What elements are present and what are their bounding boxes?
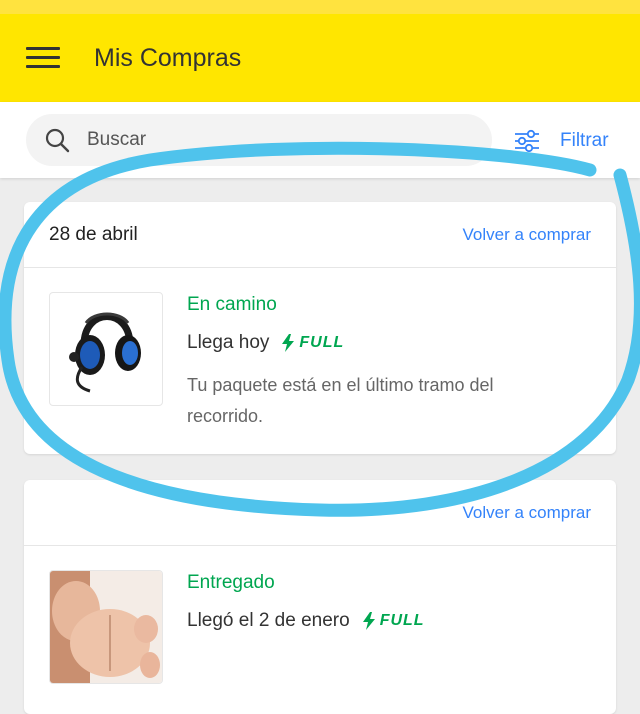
search-icon xyxy=(45,128,70,153)
order-date: 28 de abril xyxy=(49,223,138,245)
full-badge: FULL xyxy=(281,334,344,352)
order-card-body: Entregado Llegó el 2 de enero FULL xyxy=(24,546,616,684)
headset-image[interactable] xyxy=(49,292,163,406)
buy-again-link[interactable]: Volver a comprar xyxy=(463,503,592,523)
search-placeholder: Buscar xyxy=(87,129,147,150)
lightning-bolt-icon xyxy=(362,612,375,630)
order-status: Entregado xyxy=(187,572,275,593)
delivery-eta: Llegó el 2 de enero xyxy=(187,610,350,631)
order-card-body: En camino Llega hoy FULL Tu paquete está… xyxy=(24,268,616,432)
order-card[interactable]: Volver a comprar Entregado Llegó el 2 de… xyxy=(24,480,616,714)
app: Mis Compras Buscar Filtrar 28 de abril V… xyxy=(0,0,640,714)
order-card-header: 28 de abril Volver a comprar xyxy=(24,202,616,268)
delivery-eta-row: Llega hoy FULL xyxy=(187,332,567,354)
status-bar xyxy=(0,0,640,14)
shipment-description: Tu paquete está en el último tramo del r… xyxy=(187,375,494,426)
product-image[interactable] xyxy=(49,570,163,684)
sliders-icon xyxy=(515,129,539,153)
order-info: En camino Llega hoy FULL Tu paquete está… xyxy=(187,292,567,432)
full-badge-label: FULL xyxy=(299,334,345,351)
order-status: En camino xyxy=(187,294,277,315)
delivery-eta: Llega hoy xyxy=(187,332,270,353)
page-title: Mis Compras xyxy=(94,43,242,72)
hamburger-menu-icon[interactable] xyxy=(26,47,60,69)
order-card-header: Volver a comprar xyxy=(24,480,616,546)
delivery-eta-row: Llegó el 2 de enero FULL xyxy=(187,610,425,632)
buy-again-link[interactable]: Volver a comprar xyxy=(463,225,592,245)
search-input[interactable]: Buscar xyxy=(26,114,492,166)
top-bar: Mis Compras xyxy=(0,14,640,102)
full-badge: FULL xyxy=(362,612,425,630)
filter-label: Filtrar xyxy=(560,130,609,151)
full-badge-label: FULL xyxy=(379,612,425,629)
filter-button[interactable]: Filtrar xyxy=(514,126,609,156)
order-card[interactable]: 28 de abril Volver a comprar En camino L… xyxy=(24,202,616,454)
search-bar: Buscar Filtrar xyxy=(0,102,640,178)
order-info: Entregado Llegó el 2 de enero FULL xyxy=(187,570,425,684)
lightning-bolt-icon xyxy=(282,334,295,352)
